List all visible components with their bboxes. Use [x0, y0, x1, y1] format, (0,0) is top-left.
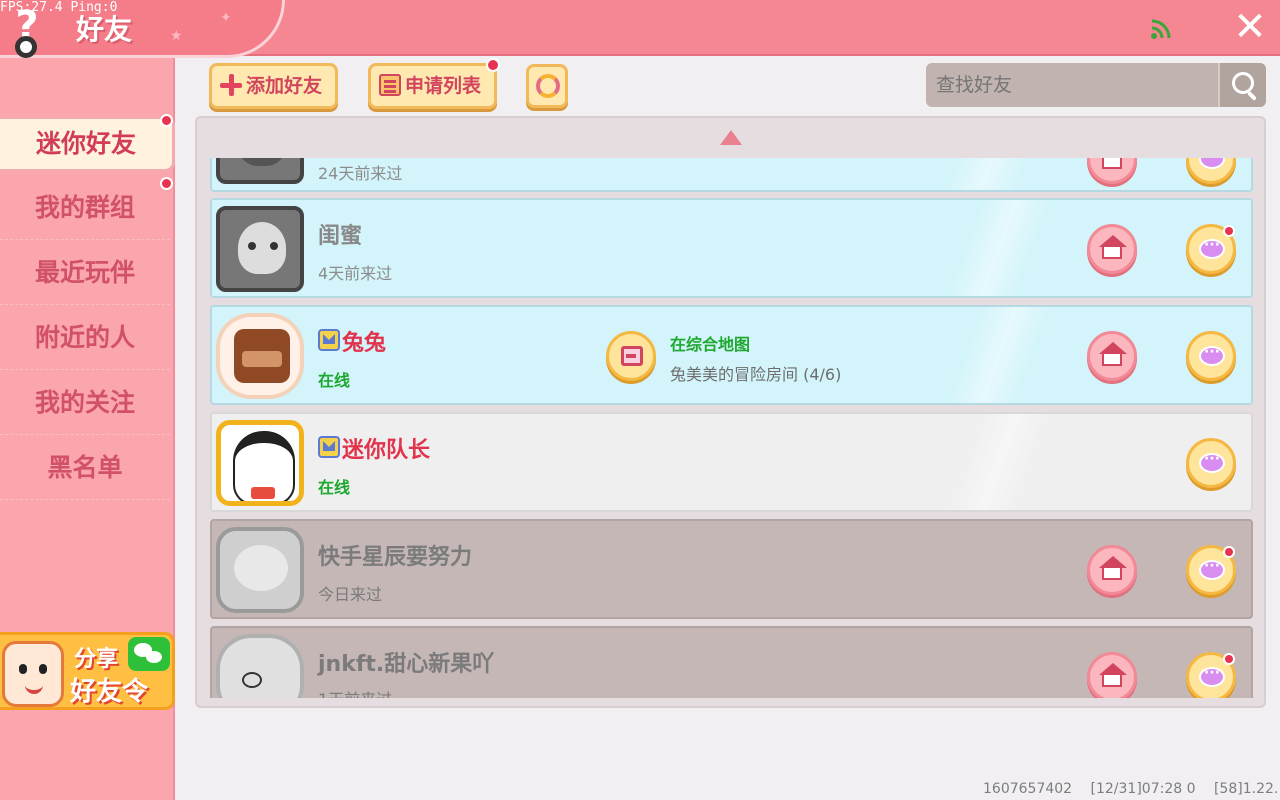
user-id: 1607657402: [983, 781, 1073, 797]
refresh-button[interactable]: [526, 64, 568, 108]
search-button[interactable]: [1218, 63, 1266, 107]
sidebar-item-following[interactable]: 我的关注: [0, 371, 170, 435]
friend-status: 今日来过: [318, 585, 383, 604]
chat-icon: [1199, 344, 1225, 366]
chat-icon: [1199, 558, 1225, 580]
friend-list[interactable]: 24天前来过 闺蜜 4天前来过 兔兔 在线 在综合地图 兔美美的冒险房间 (4/…: [197, 158, 1264, 698]
star-decoration: ★: [170, 28, 183, 44]
share-label: 分享: [74, 647, 119, 672]
notification-dot: [1223, 546, 1235, 558]
friend-status: 在线: [318, 478, 351, 497]
home-icon: [1102, 158, 1122, 169]
sidebar-item-mini-friends[interactable]: 迷你好友: [0, 116, 175, 172]
chat-icon: [1199, 665, 1225, 687]
avatar[interactable]: [216, 313, 304, 399]
notification-dot: [1223, 225, 1235, 237]
footer-info: 1607657402 [12/31]07:28 0 [58]1.22.1: [983, 781, 1280, 797]
sidebar-item-my-groups[interactable]: 我的群组: [0, 176, 170, 240]
join-room-icon: [621, 346, 643, 366]
avatar[interactable]: [216, 158, 304, 184]
friend-list-panel: 24天前来过 闺蜜 4天前来过 兔兔 在线 在综合地图 兔美美的冒险房间 (4/…: [195, 116, 1266, 708]
home-icon: [1102, 245, 1122, 259]
star-decoration: ✦: [220, 10, 232, 26]
friend-row[interactable]: 兔兔 在线 在综合地图 兔美美的冒险房间 (4/6): [210, 305, 1253, 405]
home-icon: [1102, 352, 1122, 366]
version: [58]1.22.1: [1213, 781, 1280, 797]
signal-icon: [1151, 19, 1171, 39]
notification-dot: [1223, 653, 1235, 665]
list-icon: [379, 74, 401, 96]
visit-home-button[interactable]: [1087, 545, 1137, 595]
sidebar-item-blacklist[interactable]: 黑名单: [0, 436, 170, 500]
plus-icon: [220, 74, 242, 96]
mascot-icon: [2, 641, 64, 707]
triangle-up-icon: [720, 130, 742, 145]
avatar[interactable]: [216, 634, 304, 698]
avatar[interactable]: [216, 420, 304, 506]
friend-name: 兔兔: [342, 331, 387, 356]
chat-button[interactable]: [1186, 224, 1236, 274]
sidebar-item-recent-players[interactable]: 最近玩伴: [0, 241, 170, 305]
chat-button[interactable]: [1186, 158, 1236, 184]
fps-readout: FPS:27.4 Ping:0: [0, 0, 118, 15]
notification-dot: [160, 114, 173, 127]
notification-dot: [160, 177, 173, 190]
friend-name: jnkft.甜心新果吖: [318, 652, 495, 677]
request-list-button[interactable]: 申请列表: [368, 58, 500, 109]
friend-name: 闺蜜: [318, 224, 363, 249]
visit-home-button[interactable]: [1087, 331, 1137, 381]
friend-row[interactable]: jnkft.甜心新果吖 1天前来过: [210, 626, 1253, 698]
chat-icon: [1199, 237, 1225, 259]
chat-icon: [1199, 158, 1225, 169]
home-icon: [1102, 673, 1122, 687]
friend-row[interactable]: 闺蜜 4天前来过: [210, 198, 1253, 298]
avatar[interactable]: [216, 527, 304, 613]
top-bar: ★ ✦ ? 好友 FPS:27.4 Ping:0 ✕: [0, 0, 1280, 58]
refresh-icon: [536, 74, 560, 98]
friend-location: 在综合地图: [670, 335, 751, 354]
friend-row[interactable]: 快手星辰要努力 今日来过: [210, 519, 1253, 619]
home-icon: [1102, 566, 1122, 580]
chat-icon: [1199, 451, 1225, 473]
friend-row[interactable]: 迷你队长 在线: [210, 412, 1253, 512]
chat-button[interactable]: [1186, 545, 1236, 595]
friend-status: 1天前来过: [318, 686, 392, 698]
friend-room: 兔美美的冒险房间 (4/6): [670, 365, 842, 384]
friend-row[interactable]: 24天前来过: [210, 158, 1253, 192]
search-input[interactable]: [926, 63, 1218, 107]
sidebar-item-nearby[interactable]: 附近的人: [0, 306, 170, 370]
friend-code-label: 好友令: [70, 677, 149, 707]
join-room-button[interactable]: [606, 331, 656, 381]
vip-icon: [318, 329, 340, 351]
wechat-icon: [128, 637, 170, 671]
friend-name: 快手星辰要努力: [318, 545, 473, 570]
chat-button[interactable]: [1186, 438, 1236, 488]
chat-button[interactable]: [1186, 331, 1236, 381]
visit-home-button[interactable]: [1087, 224, 1137, 274]
friend-status: 在线: [318, 371, 351, 390]
search-icon: [1232, 72, 1254, 94]
sidebar: 迷你好友 我的群组 最近玩伴 附近的人 我的关注 黑名单 分享 好友令: [0, 58, 175, 800]
visit-home-button[interactable]: [1087, 158, 1137, 184]
scroll-up-button[interactable]: [197, 118, 1264, 158]
friend-status: 24天前来过: [318, 164, 403, 183]
friend-name: 迷你队长: [342, 438, 431, 463]
add-friend-label: 添加好友: [246, 75, 323, 97]
timestamp: [12/31]07:28 0: [1090, 781, 1196, 797]
avatar[interactable]: [216, 206, 304, 292]
notification-dot: [486, 58, 500, 72]
add-friend-button[interactable]: 添加好友: [209, 63, 338, 109]
vip-icon: [318, 436, 340, 458]
share-friend-code-banner[interactable]: 分享 好友令: [0, 632, 175, 710]
friend-status: 4天前来过: [318, 264, 393, 283]
close-icon[interactable]: ✕: [1230, 7, 1270, 48]
chat-button[interactable]: [1186, 652, 1236, 698]
visit-home-button[interactable]: [1087, 652, 1137, 698]
request-list-label: 申请列表: [405, 75, 482, 97]
